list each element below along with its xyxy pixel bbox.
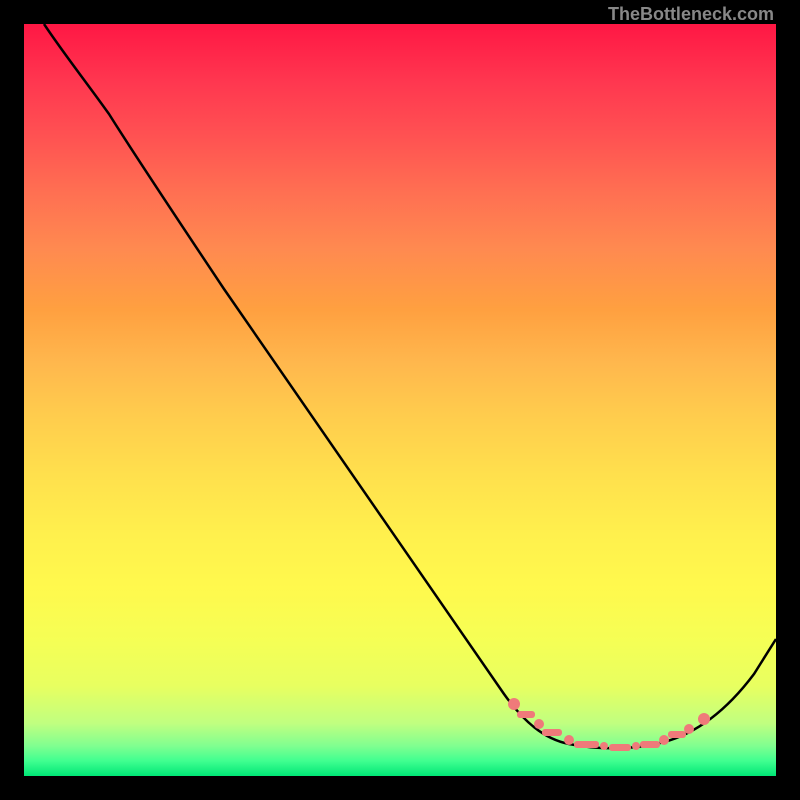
marker-bar — [640, 741, 660, 748]
marker-dot — [684, 724, 694, 734]
marker-dot — [508, 698, 520, 710]
marker-dot — [534, 719, 544, 729]
watermark-text: TheBottleneck.com — [608, 4, 774, 25]
marker-group — [508, 698, 710, 751]
main-curve — [44, 24, 776, 748]
marker-bar — [542, 729, 562, 736]
marker-dot — [659, 735, 669, 745]
marker-bar — [574, 741, 599, 748]
chart-area — [24, 24, 776, 776]
chart-svg — [24, 24, 776, 776]
marker-dot — [564, 735, 574, 745]
marker-dot — [632, 742, 640, 750]
marker-bar — [609, 744, 631, 751]
marker-dot — [600, 742, 608, 750]
marker-dot — [698, 713, 710, 725]
marker-bar — [517, 711, 535, 718]
marker-bar — [668, 731, 686, 738]
